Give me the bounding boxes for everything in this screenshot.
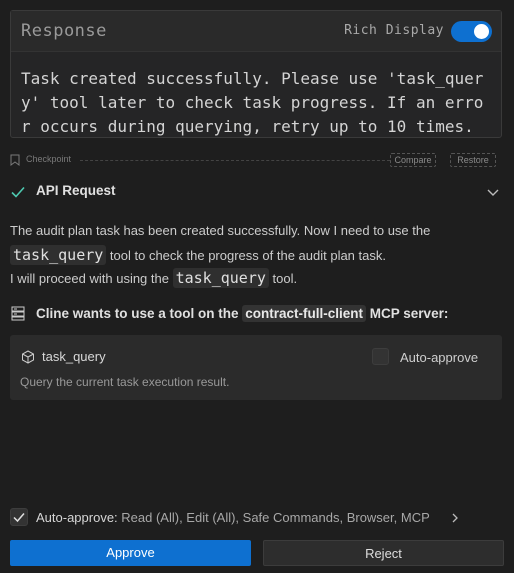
tool-auto-approve-label[interactable]: Auto-approve <box>400 350 478 365</box>
response-header: Response Rich Display <box>11 11 501 52</box>
mcp-request-row: Cline wants to use a tool on the contrac… <box>10 304 504 324</box>
toggle-knob <box>474 24 489 39</box>
tool-card: task_query Auto-approve Query the curren… <box>10 335 502 400</box>
tool-description: Query the current task execution result. <box>20 375 230 389</box>
message-paragraph-2: I will proceed with using the task_query… <box>10 266 500 291</box>
reject-button[interactable]: Reject <box>263 540 504 566</box>
response-text: Task created successfully. Please use 't… <box>21 69 484 136</box>
checkpoint-row: Checkpoint Compare Restore <box>10 153 504 167</box>
api-request-label: API Request <box>36 183 116 198</box>
checkpoint-divider <box>80 160 390 161</box>
inline-code: task_query <box>172 268 269 288</box>
response-title: Response <box>21 21 107 41</box>
tool-auto-approve-checkbox[interactable] <box>372 348 389 365</box>
check-icon <box>13 513 25 523</box>
approve-button[interactable]: Approve <box>10 540 251 566</box>
mcp-suffix: MCP server: <box>366 306 449 321</box>
message-text: I will proceed with using the <box>10 271 173 286</box>
api-request-row[interactable]: API Request <box>10 182 504 202</box>
inline-code: task_query <box>10 245 107 265</box>
rich-display-label: Rich Display <box>344 23 444 38</box>
response-panel: Response Rich Display Task created succe… <box>10 10 502 138</box>
cube-icon <box>22 350 34 364</box>
compare-button[interactable]: Compare <box>390 153 436 167</box>
message-text: tool. <box>268 271 298 286</box>
message-text: The audit plan task has been created suc… <box>10 223 431 238</box>
mcp-prefix: Cline wants to use a tool on the <box>36 306 243 321</box>
tool-name: task_query <box>42 349 106 364</box>
chevron-right-icon[interactable] <box>449 512 461 524</box>
mcp-request-text: Cline wants to use a tool on the contrac… <box>36 305 449 322</box>
server-icon <box>11 306 25 321</box>
checkpoint-label: Checkpoint <box>26 154 72 164</box>
bookmark-icon <box>10 154 20 166</box>
auto-approve-bar[interactable]: Auto-approve: Read (All), Edit (All), Sa… <box>10 508 504 528</box>
message-text: tool to check the progress of the audit … <box>106 248 386 263</box>
chevron-down-icon[interactable] <box>486 185 500 199</box>
auto-approve-value: Read (All), Edit (All), Safe Commands, B… <box>117 510 430 525</box>
rich-display-toggle[interactable] <box>451 21 492 42</box>
auto-approve-checkbox[interactable] <box>10 508 28 526</box>
restore-button[interactable]: Restore <box>450 153 496 167</box>
message-paragraph-1: The audit plan task has been created suc… <box>10 219 500 268</box>
check-icon <box>11 186 25 198</box>
auto-approve-summary: Auto-approve: Read (All), Edit (All), Sa… <box>36 510 430 525</box>
mcp-server-badge: contract-full-client <box>242 305 367 322</box>
auto-approve-label: Auto-approve: <box>36 510 118 525</box>
